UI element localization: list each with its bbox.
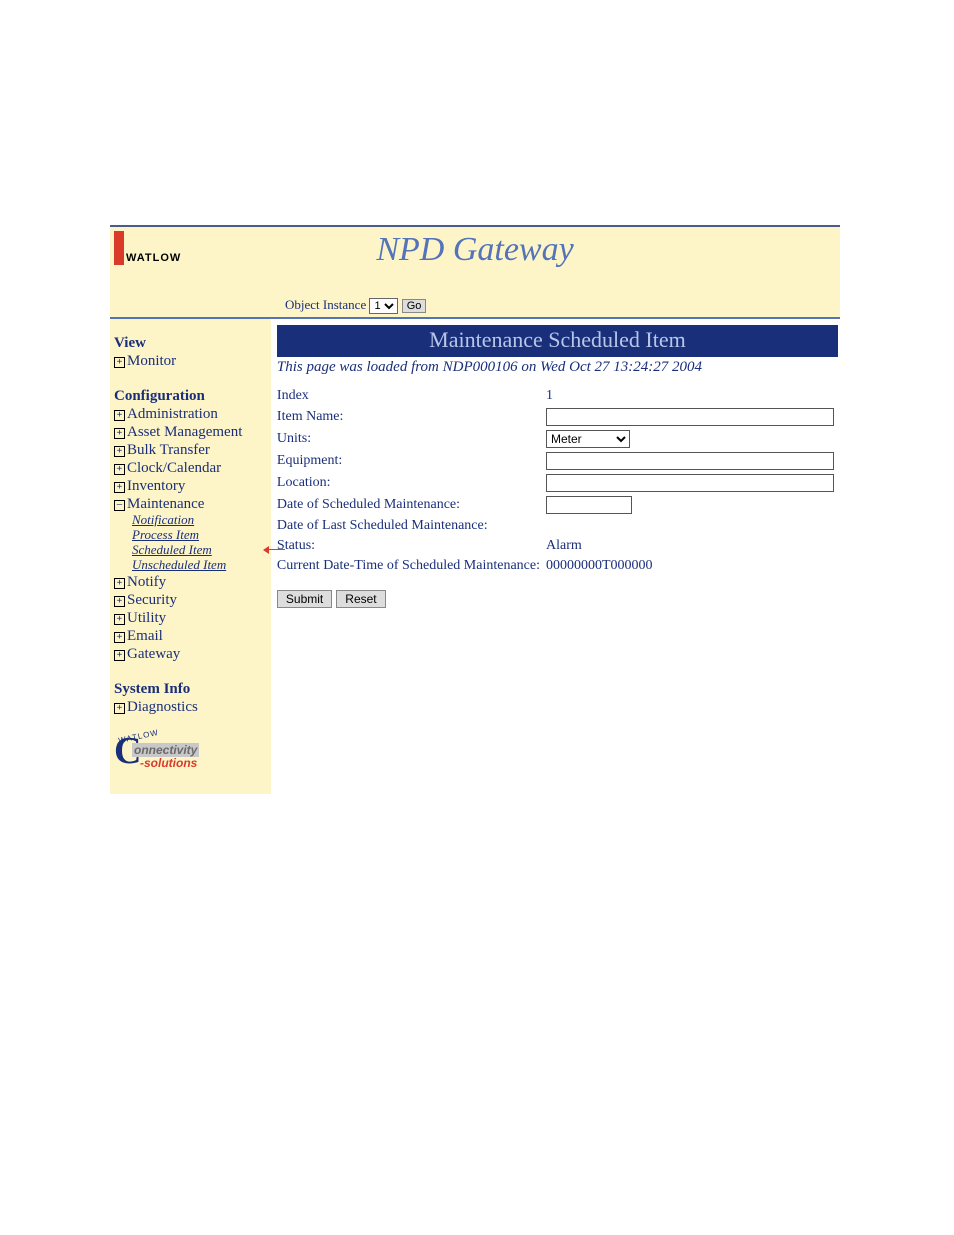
sidebar-item-gateway[interactable]: +Gateway	[114, 645, 267, 663]
label-status: Status:	[277, 536, 546, 556]
sidebar-item-inventory[interactable]: +Inventory	[114, 477, 267, 495]
value-status: Alarm	[546, 536, 840, 556]
label-index: Index	[277, 386, 546, 406]
label-date-last: Date of Last Scheduled Maintenance:	[277, 516, 546, 536]
sidebar-item-clock-calendar[interactable]: +Clock/Calendar	[114, 459, 267, 477]
brand-text: WATLOW	[126, 252, 181, 265]
label-location: Location:	[277, 472, 546, 494]
sidebar-subitem-unscheduled-item[interactable]: Unscheduled Item	[132, 558, 267, 573]
brand-bar-icon	[114, 231, 124, 265]
brand-logo: WATLOW	[110, 227, 181, 265]
loaded-info: This page was loaded from NDP000106 on W…	[277, 357, 840, 386]
page-title: Maintenance Scheduled Item	[277, 325, 838, 357]
sidebar-subitem-notification[interactable]: Notification	[132, 513, 267, 528]
sidebar-item-maintenance[interactable]: –Maintenance	[114, 495, 267, 513]
sidebar-subitem-scheduled-item[interactable]: Scheduled Item	[132, 543, 267, 558]
reset-button[interactable]: Reset	[336, 590, 385, 608]
sidebar-section-view: View	[114, 335, 267, 352]
label-date-scheduled: Date of Scheduled Maintenance:	[277, 494, 546, 516]
equipment-input[interactable]	[546, 452, 834, 470]
item-name-input[interactable]	[546, 408, 834, 426]
sidebar-item-notify[interactable]: +Notify	[114, 573, 267, 591]
main-content: Maintenance Scheduled Item This page was…	[271, 319, 840, 608]
sidebar: View +Monitor Configuration +Administrat…	[110, 319, 271, 794]
header: WATLOW NPD Gateway	[110, 227, 840, 297]
object-instance-select[interactable]: 1	[369, 298, 398, 314]
units-select[interactable]: Meter	[546, 430, 630, 448]
app-title: NPD Gateway	[376, 231, 573, 269]
object-instance-label: Object Instance	[285, 297, 366, 312]
form-table: Index 1 Item Name: Units: Meter E	[277, 386, 840, 576]
label-equipment: Equipment:	[277, 450, 546, 472]
sidebar-item-administration[interactable]: +Administration	[114, 405, 267, 423]
label-units: Units:	[277, 428, 546, 450]
sidebar-item-monitor[interactable]: +Monitor	[114, 352, 267, 370]
sidebar-item-bulk-transfer[interactable]: +Bulk Transfer	[114, 441, 267, 459]
sidebar-subitem-process-item[interactable]: Process Item	[132, 528, 267, 543]
sidebar-section-system-info: System Info	[114, 681, 267, 698]
label-current-dt: Current Date-Time of Scheduled Maintenan…	[277, 556, 546, 576]
submit-button[interactable]: Submit	[277, 590, 332, 608]
sidebar-item-utility[interactable]: +Utility	[114, 609, 267, 627]
sidebar-section-configuration: Configuration	[114, 388, 267, 405]
value-current-dt: 00000000T000000	[546, 556, 840, 576]
sidebar-item-asset-management[interactable]: +Asset Management	[114, 423, 267, 441]
date-scheduled-input[interactable]	[546, 496, 632, 514]
value-index: 1	[546, 386, 840, 406]
go-button[interactable]: Go	[402, 299, 427, 313]
sidebar-item-diagnostics[interactable]: +Diagnostics	[114, 698, 267, 716]
sidebar-item-email[interactable]: +Email	[114, 627, 267, 645]
location-input[interactable]	[546, 474, 834, 492]
connectivity-logo: WATLOW C onnectivity -solutions	[114, 734, 204, 774]
label-item-name: Item Name:	[277, 406, 546, 428]
sidebar-item-security[interactable]: +Security	[114, 591, 267, 609]
object-instance-toolbar: Object Instance 1 Go	[110, 297, 840, 319]
